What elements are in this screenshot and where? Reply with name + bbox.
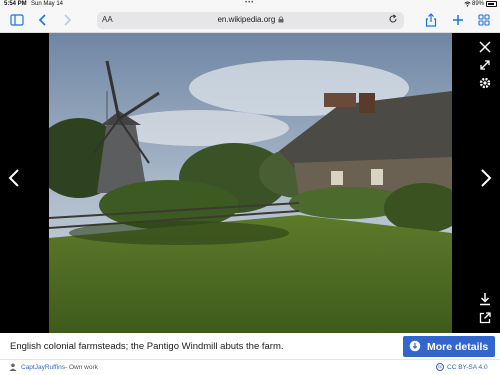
chevron-left-icon (8, 169, 19, 187)
wifi-icon (464, 1, 471, 7)
photo-farmstead-windmill (49, 33, 452, 333)
battery-percent: 89% (472, 1, 485, 7)
address-bar[interactable]: AA en.wikipedia.org (97, 12, 404, 29)
chevron-right-icon[interactable] (60, 13, 74, 27)
more-details-button[interactable]: More details (403, 336, 495, 357)
status-time: 5:54 PM (4, 1, 27, 7)
author-link[interactable]: CaptJayRuffins (21, 364, 65, 371)
media-viewer (0, 33, 500, 333)
gear-icon[interactable] (478, 76, 492, 90)
browser-toolbar: AA en.wikipedia.org (0, 9, 500, 33)
license-link[interactable]: CC BY-SA 4.0 (447, 364, 488, 371)
multitasking-dots-icon[interactable]: ••• (245, 0, 254, 6)
previous-image-button[interactable] (5, 168, 23, 194)
lock-icon (278, 16, 284, 23)
close-icon[interactable] (478, 40, 492, 54)
cc-license-icon: cc (436, 363, 444, 371)
share-icon[interactable] (424, 13, 438, 27)
download-icon[interactable] (478, 292, 492, 306)
battery-icon (486, 1, 497, 7)
attribution-bar: CaptJayRuffins - Own work cc CC BY-SA 4.… (0, 360, 500, 375)
plus-icon[interactable] (451, 13, 465, 27)
image-caption: English colonial farmsteads; the Pantigo… (10, 341, 284, 352)
expand-icon[interactable] (478, 58, 492, 72)
info-icon (409, 340, 421, 352)
chevron-left-icon[interactable] (36, 13, 50, 27)
next-image-button[interactable] (477, 168, 495, 194)
url-text[interactable]: en.wikipedia.org (97, 15, 404, 24)
external-link-icon[interactable] (478, 311, 492, 325)
chevron-right-icon (481, 169, 492, 187)
more-details-label: More details (427, 341, 489, 353)
url-domain: en.wikipedia.org (217, 15, 276, 24)
sidebar-icon[interactable] (10, 13, 24, 27)
tabs-grid-icon[interactable] (477, 13, 491, 27)
image-caption-bar: English colonial farmsteads; the Pantigo… (0, 333, 500, 360)
source-text: - Own work (65, 364, 98, 371)
reload-icon[interactable] (388, 14, 398, 24)
status-bar: 5:54 PM Sun May 14 ••• 89% (0, 0, 500, 9)
user-icon (9, 363, 17, 371)
status-date: Sun May 14 (31, 1, 64, 7)
